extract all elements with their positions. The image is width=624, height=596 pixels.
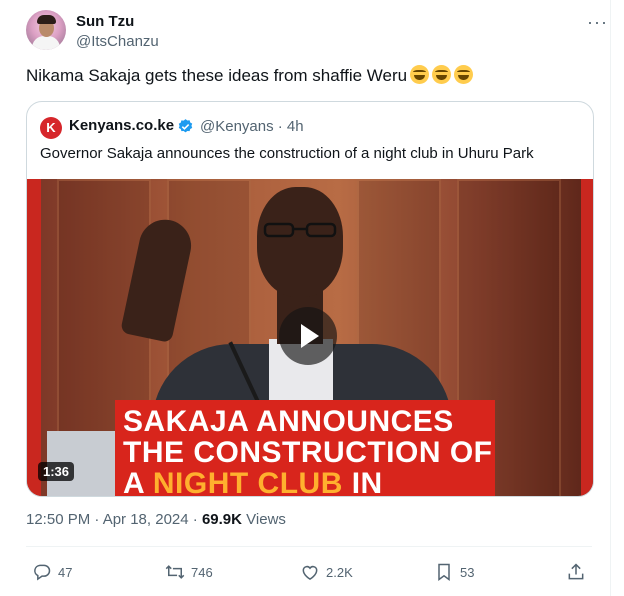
action-bar: 47 746 2.2K 53 [26, 560, 592, 584]
tears-of-joy-emoji-icon [410, 65, 430, 84]
quoted-handle-time[interactable]: @Kenyans · 4h [200, 118, 304, 135]
bookmark-button[interactable]: 53 [434, 560, 474, 584]
quoted-tweet[interactable]: K Kenyans.co.ke @Kenyans · 4h Governor S… [26, 101, 594, 497]
banner-line-2: THE CONSTRUCTION OF [123, 436, 493, 469]
display-name[interactable]: Sun Tzu [76, 13, 134, 30]
video-duration: 1:36 [38, 462, 75, 481]
glasses [263, 222, 337, 238]
video-player[interactable]: SAKAJA ANNOUNCES THE CONSTRUCTION OF A N… [27, 179, 593, 496]
frame-edge [27, 179, 41, 496]
bookmark-count: 53 [460, 564, 475, 580]
user-handle[interactable]: @ItsChanzu [76, 33, 159, 50]
views-count: 69.9K [201, 511, 242, 528]
repost-icon [165, 565, 185, 579]
column-divider [610, 0, 611, 596]
tweet-text-body: Nikama Sakaja gets these ideas from shaf… [26, 66, 408, 85]
banner-line-3: A NIGHT CLUB IN [123, 467, 383, 496]
frame-edge [581, 179, 593, 496]
quoted-text: Governor Sakaja announces the constructi… [40, 145, 534, 162]
tears-of-joy-emoji-icon [454, 65, 474, 84]
tweet-meta: 12:50 PM · Apr 18, 2024 · 69.9K Views [26, 511, 286, 528]
views-label: Views [246, 511, 286, 528]
avatar[interactable] [26, 10, 66, 50]
tweet-text: Nikama Sakaja gets these ideas from shaf… [26, 65, 474, 86]
verified-badge-icon [178, 119, 193, 133]
reply-count: 47 [58, 564, 73, 580]
timestamp[interactable]: 12:50 PM · Apr 18, 2024 [26, 511, 189, 528]
like-button[interactable]: 2.2K [300, 560, 353, 584]
quoted-display-name[interactable]: Kenyans.co.ke [69, 117, 174, 134]
reply-icon [34, 564, 51, 581]
repost-button[interactable]: 746 [165, 560, 213, 584]
banner-line-1: SAKAJA ANNOUNCES [123, 405, 454, 438]
heart-icon [302, 565, 318, 580]
more-options-icon[interactable]: ··· [587, 12, 608, 33]
like-count: 2.2K [326, 564, 353, 580]
tears-of-joy-emoji-icon [432, 65, 452, 84]
bookmark-icon [438, 563, 450, 581]
share-button[interactable] [566, 560, 592, 584]
tweet-header: Sun Tzu @ItsChanzu ··· [26, 10, 608, 54]
divider [26, 546, 592, 547]
play-icon[interactable] [279, 307, 337, 365]
share-icon [568, 563, 584, 580]
reply-button[interactable]: 47 [32, 560, 72, 584]
repost-count: 746 [191, 564, 213, 580]
kenyans-logo-icon: K [40, 117, 62, 139]
